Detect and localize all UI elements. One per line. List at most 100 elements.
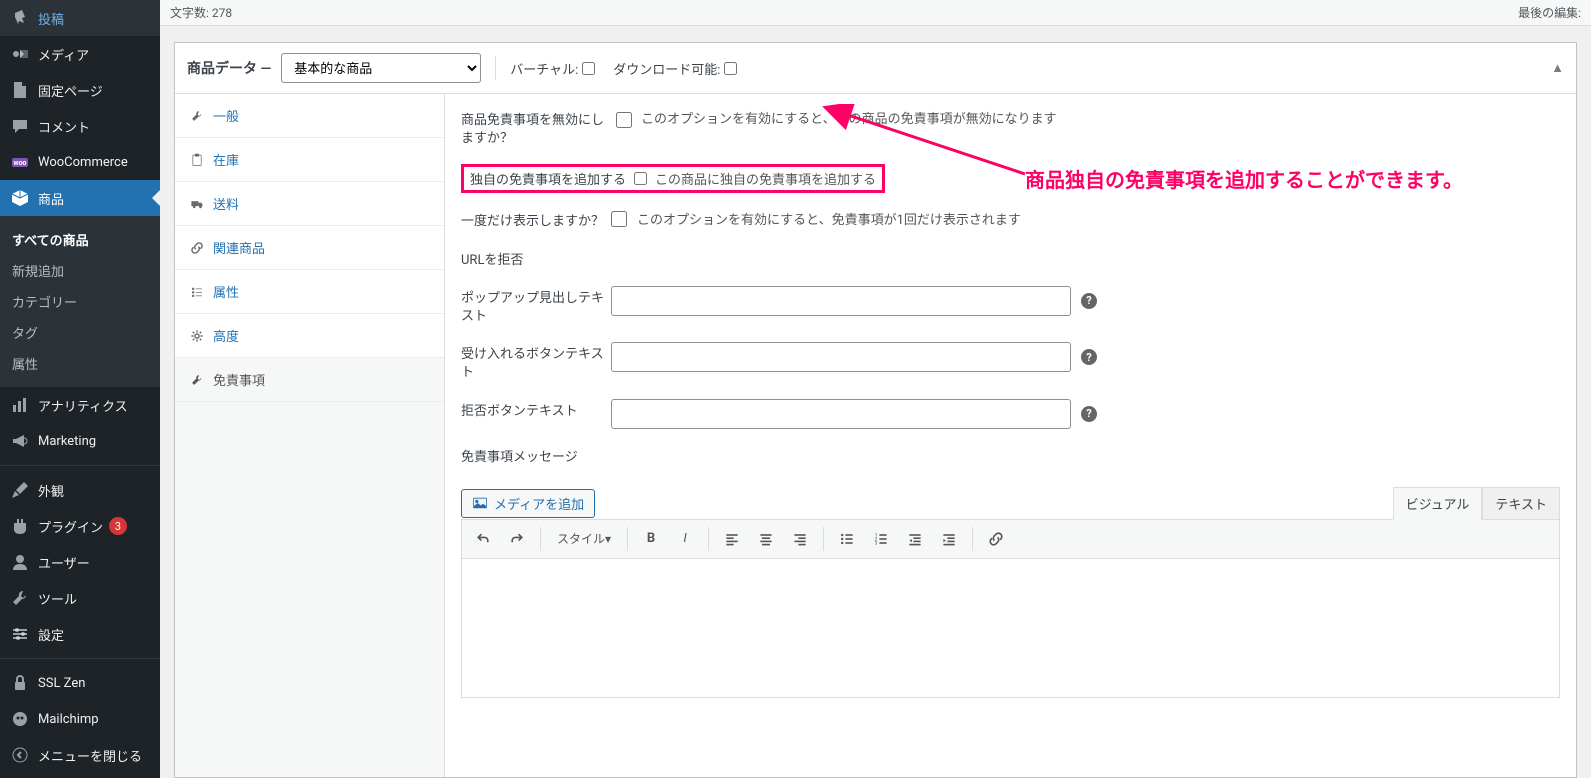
menu-plugins[interactable]: プラグイン 3 bbox=[0, 508, 160, 544]
menu-comments[interactable]: コメント bbox=[0, 108, 160, 144]
comment-icon bbox=[10, 116, 30, 136]
wrench-icon bbox=[10, 588, 30, 608]
pin-icon bbox=[10, 8, 30, 28]
menu-users[interactable]: ユーザー bbox=[0, 544, 160, 580]
menu-woocommerce[interactable]: woo WooCommerce bbox=[0, 144, 160, 180]
menu-label: 固定ページ bbox=[38, 81, 103, 100]
downloadable-checkbox-label: ダウンロード可能: bbox=[613, 59, 737, 78]
virtual-checkbox-label: バーチャル: bbox=[510, 59, 595, 78]
editor-textarea[interactable] bbox=[461, 558, 1560, 698]
outdent-button[interactable] bbox=[900, 524, 930, 554]
clipboard-icon bbox=[189, 152, 205, 168]
popup-heading-input[interactable] bbox=[611, 286, 1071, 316]
product-icon bbox=[10, 188, 30, 208]
popup-heading-label: ポップアップ見出しテキスト bbox=[461, 286, 611, 326]
editor-tab-visual[interactable]: ビジュアル bbox=[1393, 487, 1483, 520]
redo-button[interactable] bbox=[502, 524, 532, 554]
list-icon bbox=[189, 284, 205, 300]
downloadable-checkbox[interactable] bbox=[724, 62, 737, 75]
add-own-label: 独自の免責事項を追加する bbox=[470, 169, 626, 188]
menu-label: 外観 bbox=[38, 481, 64, 500]
align-right-button[interactable] bbox=[785, 524, 815, 554]
virtual-checkbox[interactable] bbox=[582, 62, 595, 75]
menu-pages[interactable]: 固定ページ bbox=[0, 72, 160, 108]
add-own-disclaimer-highlight: 独自の免責事項を追加する この商品に独自の免責事項を追加する bbox=[461, 164, 885, 193]
submenu-categories[interactable]: カテゴリー bbox=[0, 286, 160, 317]
menu-media[interactable]: メディア bbox=[0, 36, 160, 72]
display-once-label: 一度だけ表示しますか？ bbox=[461, 209, 611, 231]
menu-label: WooCommerce bbox=[38, 155, 128, 170]
tab-label: 送料 bbox=[213, 194, 239, 213]
svg-text:3: 3 bbox=[875, 540, 878, 546]
submenu-add-new[interactable]: 新規追加 bbox=[0, 255, 160, 286]
menu-label: 設定 bbox=[38, 625, 64, 644]
accept-button-label: 受け入れるボタンテキスト bbox=[461, 342, 611, 382]
disable-disclaimer-desc: このオプションを有効にすると、この商品の免責事項が無効になります bbox=[641, 108, 1057, 127]
align-center-button[interactable] bbox=[751, 524, 781, 554]
menu-settings[interactable]: 設定 bbox=[0, 616, 160, 652]
indent-button[interactable] bbox=[934, 524, 964, 554]
undo-button[interactable] bbox=[468, 524, 498, 554]
menu-label: メディア bbox=[38, 45, 89, 64]
tab-attributes[interactable]: 属性 bbox=[175, 270, 444, 314]
menu-mailchimp[interactable]: Mailchimp bbox=[0, 701, 160, 737]
menu-label: メニューを閉じる bbox=[38, 746, 142, 765]
menu-tools[interactable]: ツール bbox=[0, 580, 160, 616]
menu-collapse[interactable]: メニューを閉じる bbox=[0, 737, 160, 773]
megaphone-icon bbox=[10, 431, 30, 451]
media-icon bbox=[10, 44, 30, 64]
last-edit-label: 最後の編集: bbox=[1518, 4, 1581, 21]
tab-content: 商品免責事項を無効にしますか？ このオプションを有効にすると、この商品の免責事項… bbox=[445, 94, 1576, 777]
add-own-disclaimer-checkbox[interactable] bbox=[634, 172, 647, 185]
analytics-icon bbox=[10, 395, 30, 415]
help-icon[interactable]: ? bbox=[1081, 406, 1097, 422]
svg-text:woo: woo bbox=[13, 159, 26, 167]
product-data-panel: 商品データ — 基本的な商品 バーチャル: ダウンロード可能: ▲ bbox=[174, 42, 1577, 778]
product-type-select[interactable]: 基本的な商品 bbox=[281, 53, 481, 83]
tab-shipping[interactable]: 送料 bbox=[175, 182, 444, 226]
editor-tab-text[interactable]: テキスト bbox=[1482, 487, 1560, 520]
plugin-update-badge: 3 bbox=[109, 517, 127, 535]
tab-general[interactable]: 一般 bbox=[175, 94, 444, 138]
menu-appearance[interactable]: 外観 bbox=[0, 472, 160, 508]
tab-disclaimer[interactable]: 免責事項 bbox=[175, 358, 444, 402]
menu-label: Mailchimp bbox=[38, 712, 99, 727]
menu-analytics[interactable]: アナリティクス bbox=[0, 387, 160, 423]
tab-linked[interactable]: 関連商品 bbox=[175, 226, 444, 270]
mailchimp-icon bbox=[10, 709, 30, 729]
reject-button-input[interactable] bbox=[611, 399, 1071, 429]
menu-label: 投稿 bbox=[38, 9, 64, 28]
panel-toggle[interactable]: ▲ bbox=[1551, 60, 1564, 76]
menu-marketing[interactable]: Marketing bbox=[0, 423, 160, 459]
wysiwyg-editor: メディアを追加 ビジュアル テキスト スタイル ▾ bbox=[461, 487, 1560, 702]
woo-icon: woo bbox=[10, 152, 30, 172]
align-left-button[interactable] bbox=[717, 524, 747, 554]
add-media-button[interactable]: メディアを追加 bbox=[461, 489, 595, 518]
wrench-icon bbox=[189, 372, 205, 388]
link-button[interactable] bbox=[981, 524, 1011, 554]
help-icon[interactable]: ? bbox=[1081, 293, 1097, 309]
accept-button-input[interactable] bbox=[611, 342, 1071, 372]
tab-label: 属性 bbox=[213, 282, 239, 301]
italic-button[interactable]: I bbox=[670, 524, 700, 554]
submenu-attributes[interactable]: 属性 bbox=[0, 348, 160, 379]
submenu-all-products[interactable]: すべての商品 bbox=[0, 224, 160, 255]
bullet-list-button[interactable] bbox=[832, 524, 862, 554]
editor-toolbar: スタイル ▾ B I 123 bbox=[461, 519, 1560, 558]
submenu-tags[interactable]: タグ bbox=[0, 317, 160, 348]
numbered-list-button[interactable]: 123 bbox=[866, 524, 896, 554]
menu-label: コメント bbox=[38, 117, 90, 136]
menu-sslzen[interactable]: SSL Zen bbox=[0, 665, 160, 701]
display-once-checkbox[interactable] bbox=[611, 211, 627, 227]
help-icon[interactable]: ? bbox=[1081, 349, 1097, 365]
menu-products[interactable]: 商品 bbox=[0, 180, 160, 216]
bold-button[interactable]: B bbox=[636, 524, 666, 554]
disable-disclaimer-checkbox[interactable] bbox=[616, 112, 632, 128]
style-dropdown[interactable]: スタイル ▾ bbox=[549, 524, 619, 554]
tab-label: 在庫 bbox=[213, 150, 239, 169]
tab-advanced[interactable]: 高度 bbox=[175, 314, 444, 358]
menu-posts[interactable]: 投稿 bbox=[0, 0, 160, 36]
editor-statusbar: 文字数: 278 最後の編集: bbox=[160, 0, 1591, 26]
menu-label: プラグイン bbox=[38, 517, 103, 536]
tab-inventory[interactable]: 在庫 bbox=[175, 138, 444, 182]
